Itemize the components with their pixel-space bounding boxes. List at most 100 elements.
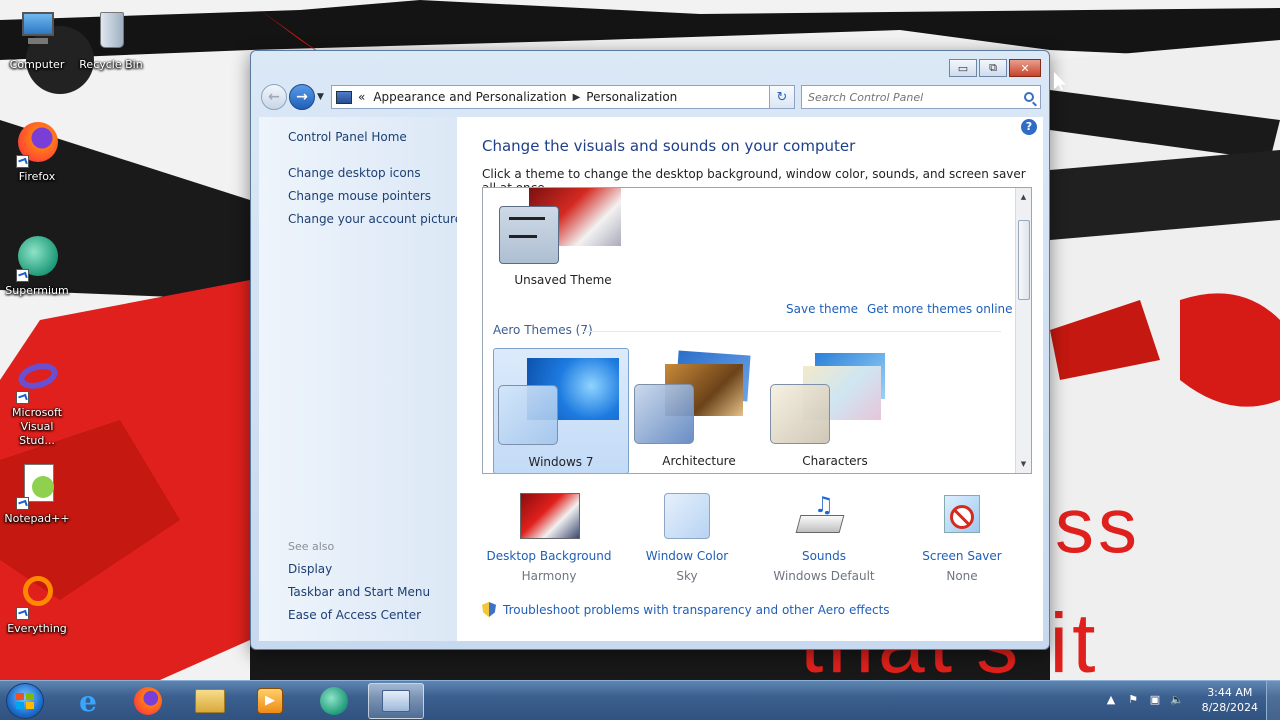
desktop-icon-notepad-plus-plus[interactable]: Notepad++ bbox=[0, 462, 74, 526]
refresh-button[interactable]: ↻ bbox=[769, 85, 795, 109]
network-icon[interactable]: ▣ bbox=[1148, 693, 1162, 707]
theme-unsaved[interactable]: Unsaved Theme bbox=[493, 188, 633, 298]
internet-explorer-icon: e bbox=[79, 684, 97, 718]
themes-list[interactable]: Unsaved Theme Save theme Get more themes… bbox=[482, 187, 1032, 474]
setting-label: Screen Saver bbox=[922, 549, 1002, 563]
desktop-background-icon bbox=[517, 493, 581, 543]
clock-time: 3:44 AM bbox=[1207, 686, 1253, 699]
clock-date: 8/28/2024 bbox=[1201, 701, 1258, 714]
start-button[interactable] bbox=[6, 683, 44, 719]
caption-buttons: ▭ ⧉ ✕ bbox=[949, 59, 1041, 77]
desktop-background-setting[interactable]: Desktop Background Harmony bbox=[479, 493, 619, 583]
sounds-icon: ♫ bbox=[792, 493, 856, 543]
change-account-picture-link[interactable]: Change your account picture bbox=[288, 212, 462, 226]
control-panel-home-link[interactable]: Control Panel Home bbox=[288, 130, 407, 144]
theme-characters[interactable]: Characters bbox=[767, 348, 903, 473]
taskbar-start-menu-link[interactable]: Taskbar and Start Menu bbox=[288, 585, 430, 599]
save-theme-link[interactable]: Save theme bbox=[786, 302, 858, 316]
taskbar-firefox[interactable] bbox=[120, 683, 176, 719]
volume-muted-icon[interactable]: 🔈 bbox=[1170, 693, 1184, 707]
theme-name: Unsaved Theme bbox=[514, 273, 612, 287]
setting-label: Window Color bbox=[645, 549, 729, 563]
group-divider bbox=[583, 331, 1001, 332]
show-desktop-button[interactable] bbox=[1266, 681, 1280, 720]
recent-pages-dropdown[interactable]: ▼ bbox=[317, 92, 324, 102]
main-content: ? Change the visuals and sounds on your … bbox=[457, 117, 1043, 641]
maximize-button[interactable]: ⧉ bbox=[979, 59, 1007, 77]
theme-name: Characters bbox=[802, 454, 868, 468]
scroll-down-icon[interactable]: ▼ bbox=[1016, 457, 1031, 471]
desktop-icon-visual-studio[interactable]: Microsoft Visual Stud... bbox=[0, 356, 74, 448]
task-pane: Control Panel Home Change desktop icons … bbox=[259, 117, 462, 641]
action-center-flag-icon[interactable]: ⚑ bbox=[1126, 693, 1140, 707]
breadcrumb-personalization[interactable]: Personalization bbox=[586, 90, 677, 104]
theme-windows-7[interactable]: Windows 7 bbox=[493, 348, 629, 473]
supermium-icon bbox=[14, 234, 60, 282]
breadcrumb-separator-icon[interactable]: ▶ bbox=[573, 92, 581, 103]
display-link[interactable]: Display bbox=[288, 562, 332, 576]
control-panel-icon bbox=[382, 690, 410, 712]
everything-icon bbox=[14, 572, 60, 620]
window-color-preview bbox=[634, 384, 694, 444]
search-box[interactable] bbox=[801, 85, 1041, 109]
change-desktop-icons-link[interactable]: Change desktop icons bbox=[288, 166, 421, 180]
close-button[interactable]: ✕ bbox=[1009, 59, 1041, 77]
window-color-icon bbox=[655, 493, 719, 543]
desktop-icon-recycle-bin[interactable]: Recycle Bin bbox=[74, 8, 148, 72]
desktop-icon-computer[interactable]: Computer bbox=[0, 8, 74, 72]
address-overflow-chevron[interactable]: « bbox=[358, 90, 365, 104]
desktop-icon-everything[interactable]: Everything bbox=[0, 572, 74, 636]
troubleshoot-label: Troubleshoot problems with transparency … bbox=[503, 602, 890, 617]
screen-saver-setting[interactable]: Screen Saver None bbox=[892, 493, 1032, 583]
aero-themes-heading: Aero Themes (7) bbox=[493, 323, 593, 337]
taskbar-control-panel[interactable] bbox=[368, 683, 424, 719]
window-color-preview bbox=[770, 384, 830, 444]
taskbar-internet-explorer[interactable]: e bbox=[60, 683, 116, 719]
notepad-plus-plus-icon bbox=[14, 462, 60, 510]
address-bar[interactable]: « Appearance and Personalization ▶ Perso… bbox=[331, 85, 793, 109]
scroll-thumb[interactable] bbox=[1018, 220, 1030, 300]
supermium-icon bbox=[320, 687, 348, 715]
taskbar-media-player[interactable]: ▶ bbox=[242, 683, 298, 719]
wallpaper-text: ss bbox=[1055, 481, 1141, 569]
desktop-icon-supermium[interactable]: Supermium bbox=[0, 234, 74, 298]
desktop-icon-firefox[interactable]: Firefox bbox=[0, 120, 74, 184]
themes-scrollbar[interactable]: ▲ ▼ bbox=[1015, 188, 1031, 473]
taskbar-windows-explorer[interactable] bbox=[182, 683, 238, 719]
breadcrumb-appearance[interactable]: Appearance and Personalization bbox=[373, 90, 566, 104]
back-button[interactable]: ← bbox=[261, 84, 287, 110]
sounds-setting[interactable]: ♫ Sounds Windows Default bbox=[754, 493, 894, 583]
firefox-icon bbox=[14, 120, 60, 168]
setting-value: Harmony bbox=[521, 569, 577, 583]
taskbar-supermium[interactable] bbox=[306, 683, 362, 719]
search-input[interactable] bbox=[808, 90, 1008, 104]
change-mouse-pointers-link[interactable]: Change mouse pointers bbox=[288, 189, 431, 203]
computer-icon bbox=[14, 8, 60, 54]
notification-area: ▲ ⚑ ▣ 🔈 3:44 AM 8/28/2024 bbox=[1090, 681, 1280, 720]
clock[interactable]: 3:44 AM 8/28/2024 bbox=[1202, 685, 1258, 715]
show-hidden-icons-icon[interactable]: ▲ bbox=[1104, 693, 1118, 707]
see-also-heading: See also bbox=[288, 540, 335, 553]
window-color-preview bbox=[498, 385, 558, 445]
setting-value: Sky bbox=[676, 569, 698, 583]
shield-icon bbox=[482, 602, 496, 617]
troubleshoot-link[interactable]: Troubleshoot problems with transparency … bbox=[482, 602, 890, 617]
setting-label: Desktop Background bbox=[486, 549, 612, 563]
taskbar: e ▶ ▲ ⚑ ▣ 🔈 3:44 AM 8/28/2024 bbox=[0, 680, 1280, 720]
navigation-bar: ← → ▼ « Appearance and Personalization ▶… bbox=[259, 83, 1043, 111]
scroll-up-icon[interactable]: ▲ bbox=[1016, 190, 1031, 204]
recycle-bin-icon bbox=[88, 8, 134, 54]
window-color-preview bbox=[499, 206, 559, 264]
theme-architecture[interactable]: Architecture bbox=[631, 348, 767, 473]
folder-icon bbox=[195, 689, 225, 713]
minimize-button[interactable]: ▭ bbox=[949, 59, 977, 77]
forward-button[interactable]: → bbox=[289, 84, 315, 110]
get-more-themes-link[interactable]: Get more themes online bbox=[867, 302, 1013, 316]
media-player-icon: ▶ bbox=[257, 688, 283, 714]
help-icon[interactable]: ? bbox=[1021, 119, 1037, 135]
search-icon[interactable] bbox=[1024, 92, 1034, 102]
theme-name: Architecture bbox=[662, 454, 736, 468]
window-color-setting[interactable]: Window Color Sky bbox=[617, 493, 757, 583]
visual-studio-icon bbox=[14, 356, 61, 404]
ease-of-access-link[interactable]: Ease of Access Center bbox=[288, 608, 421, 622]
